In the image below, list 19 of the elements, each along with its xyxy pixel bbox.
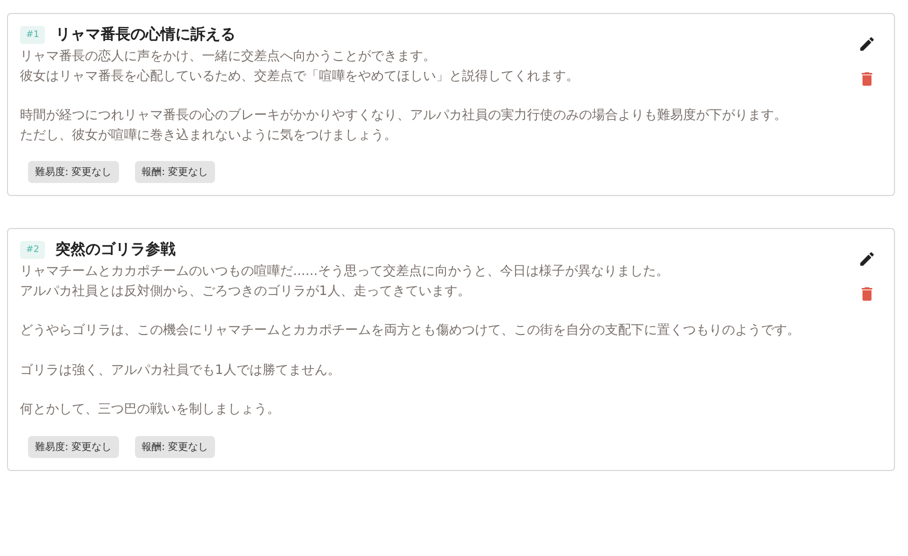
tag: 難易度: 変更なし [28, 436, 119, 458]
mission-title: リャマ番長の心情に訴える [55, 25, 236, 44]
description-text: 何とかして、三つ巴の戦いを制しましょう。 [20, 401, 281, 419]
tag: 報酬: 変更なし [134, 436, 216, 458]
tag: 難易度: 変更なし [28, 161, 119, 183]
description-text: どうやらゴリラは、この機会にリャマチームとカカポチームを両方とも傷めつけて、この街を自分の支配下に置くつもりのようです。 [20, 322, 801, 340]
tag: 報酬: 変更なし [134, 161, 216, 183]
description-text: 時間が経つにつれリャマ番長の心のブレーキがかかりやすくなり、アルパカ社員の実力行使のみの場合よりも難易度が下がります。 [20, 107, 788, 125]
mission-number: #2 [20, 240, 46, 258]
description-text: ただし、彼女が喧嘩に巻き込まれないように気をつけましょう。 [20, 126, 398, 144]
description-text: 彼女はリャマ番長を心配しているため、交差点で「喧嘩をやめてほしい」と説得してくれます。 [20, 68, 580, 86]
mission-number: #1 [20, 26, 46, 44]
mission-title: 突然のゴリラ参戦 [55, 240, 176, 259]
description-text: ゴリラは強く、アルパカ社員でも1人では勝てません。 [20, 362, 342, 380]
description-text: リャマ番長の恋人に声をかけ、一緒に交差点へ向かうことができます。 [20, 48, 437, 66]
description-text: アルパカ社員とは反対側から、ごろつきのゴリラが1人、走ってきています。 [20, 282, 472, 300]
description-text: リャマチームとカカポチームのいつもの喧嘩だ......そう思って交差点に向かうと、今日は様子が異なりました。 [20, 263, 670, 281]
edit-button[interactable] [858, 35, 876, 53]
edit-button[interactable] [858, 250, 876, 268]
